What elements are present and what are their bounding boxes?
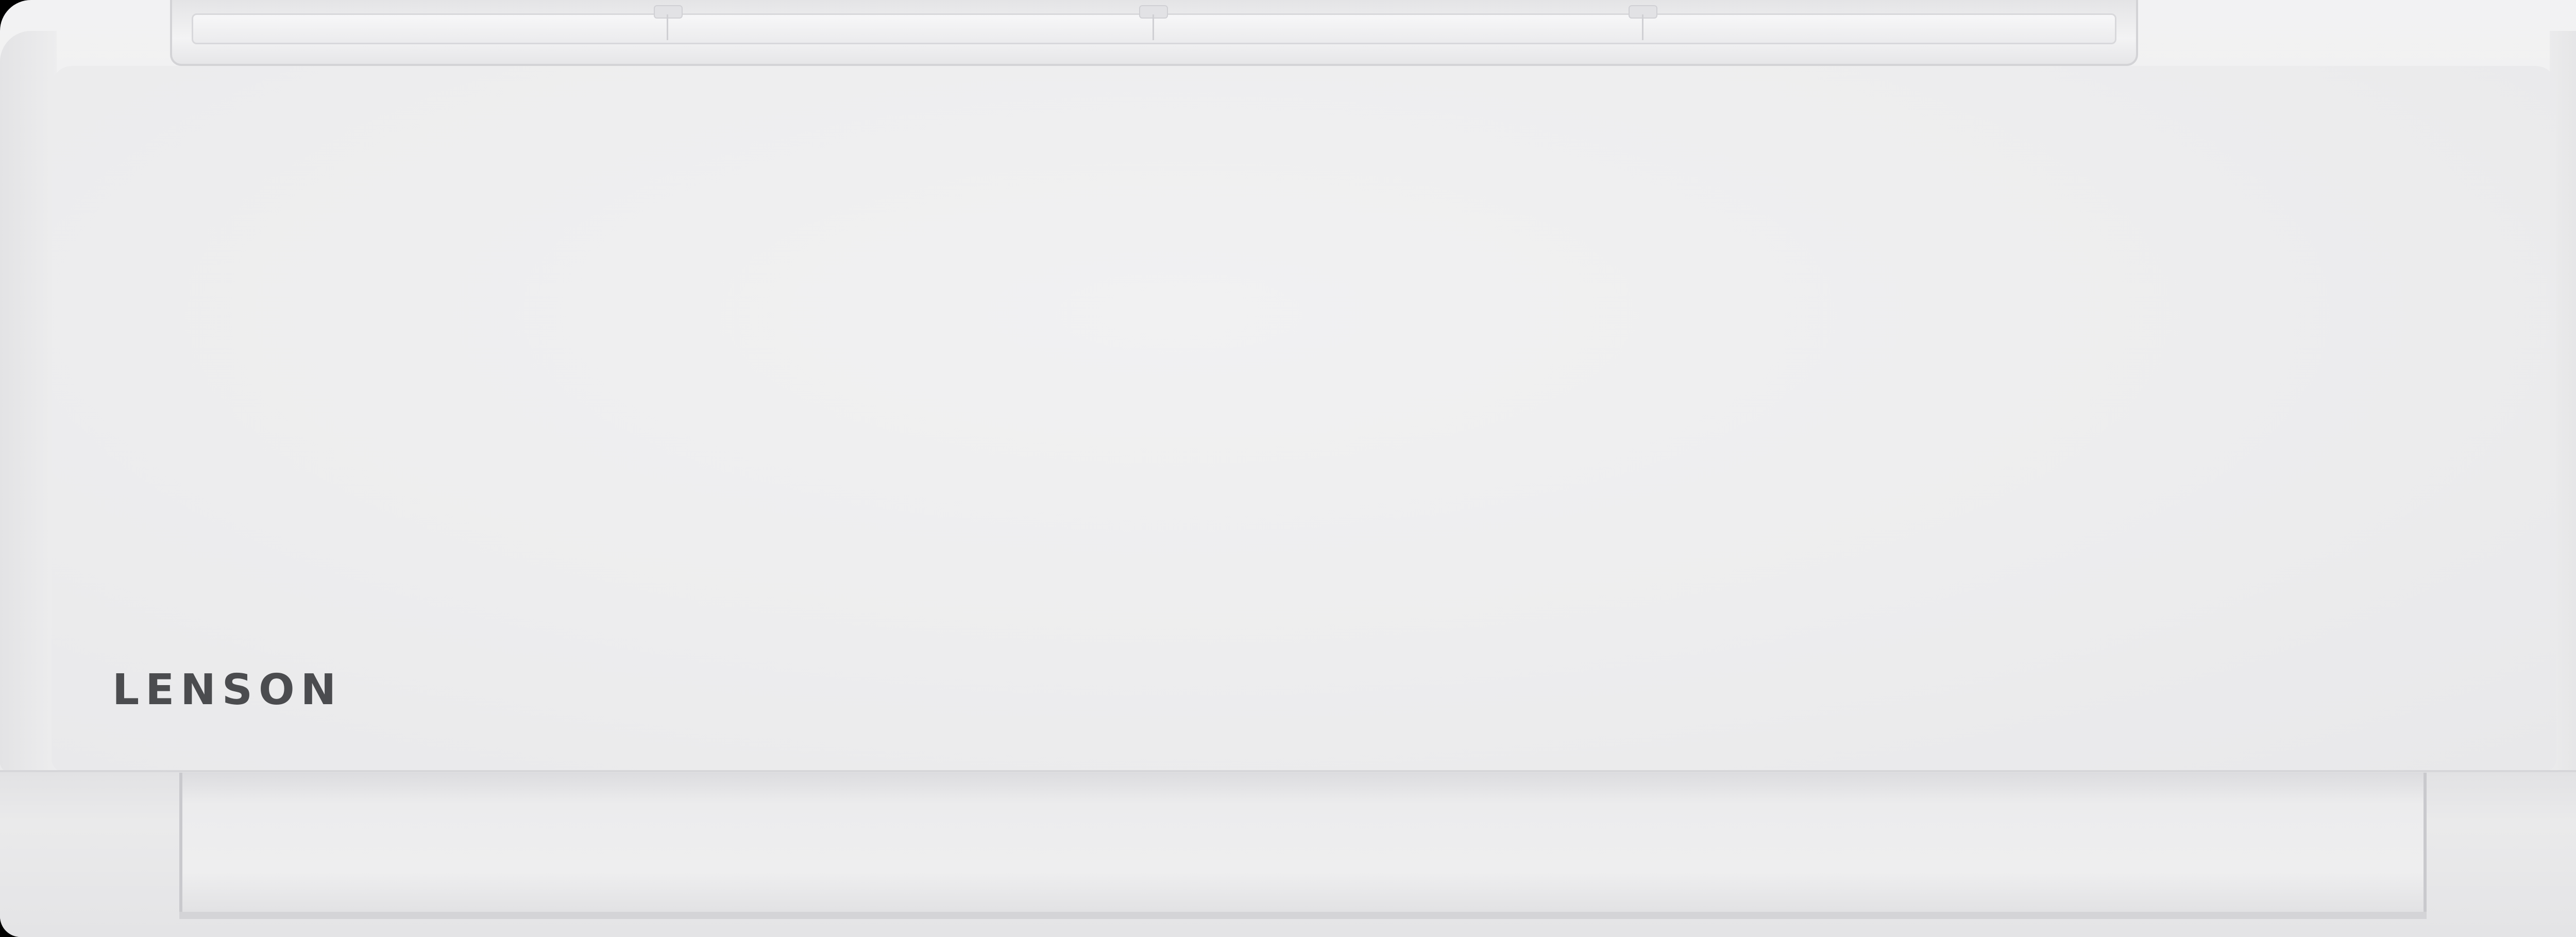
air-conditioner-indoor-unit: LENSON xyxy=(0,0,2576,937)
product-photo: LENSON xyxy=(0,0,2576,937)
unit-left-side xyxy=(0,31,57,773)
louver-bottom-edge xyxy=(179,912,2427,919)
grille-divider xyxy=(667,14,668,40)
air-outlet-louver xyxy=(179,773,2427,917)
brand-logo-text: LENSON xyxy=(112,666,343,714)
grille-divider xyxy=(1642,14,1643,40)
front-panel xyxy=(52,66,2556,772)
top-air-intake-grille xyxy=(170,0,2138,66)
lenson-logo-icon: LENSON xyxy=(112,669,342,712)
grille-clip xyxy=(654,5,683,19)
grille-divider xyxy=(1153,14,1154,40)
